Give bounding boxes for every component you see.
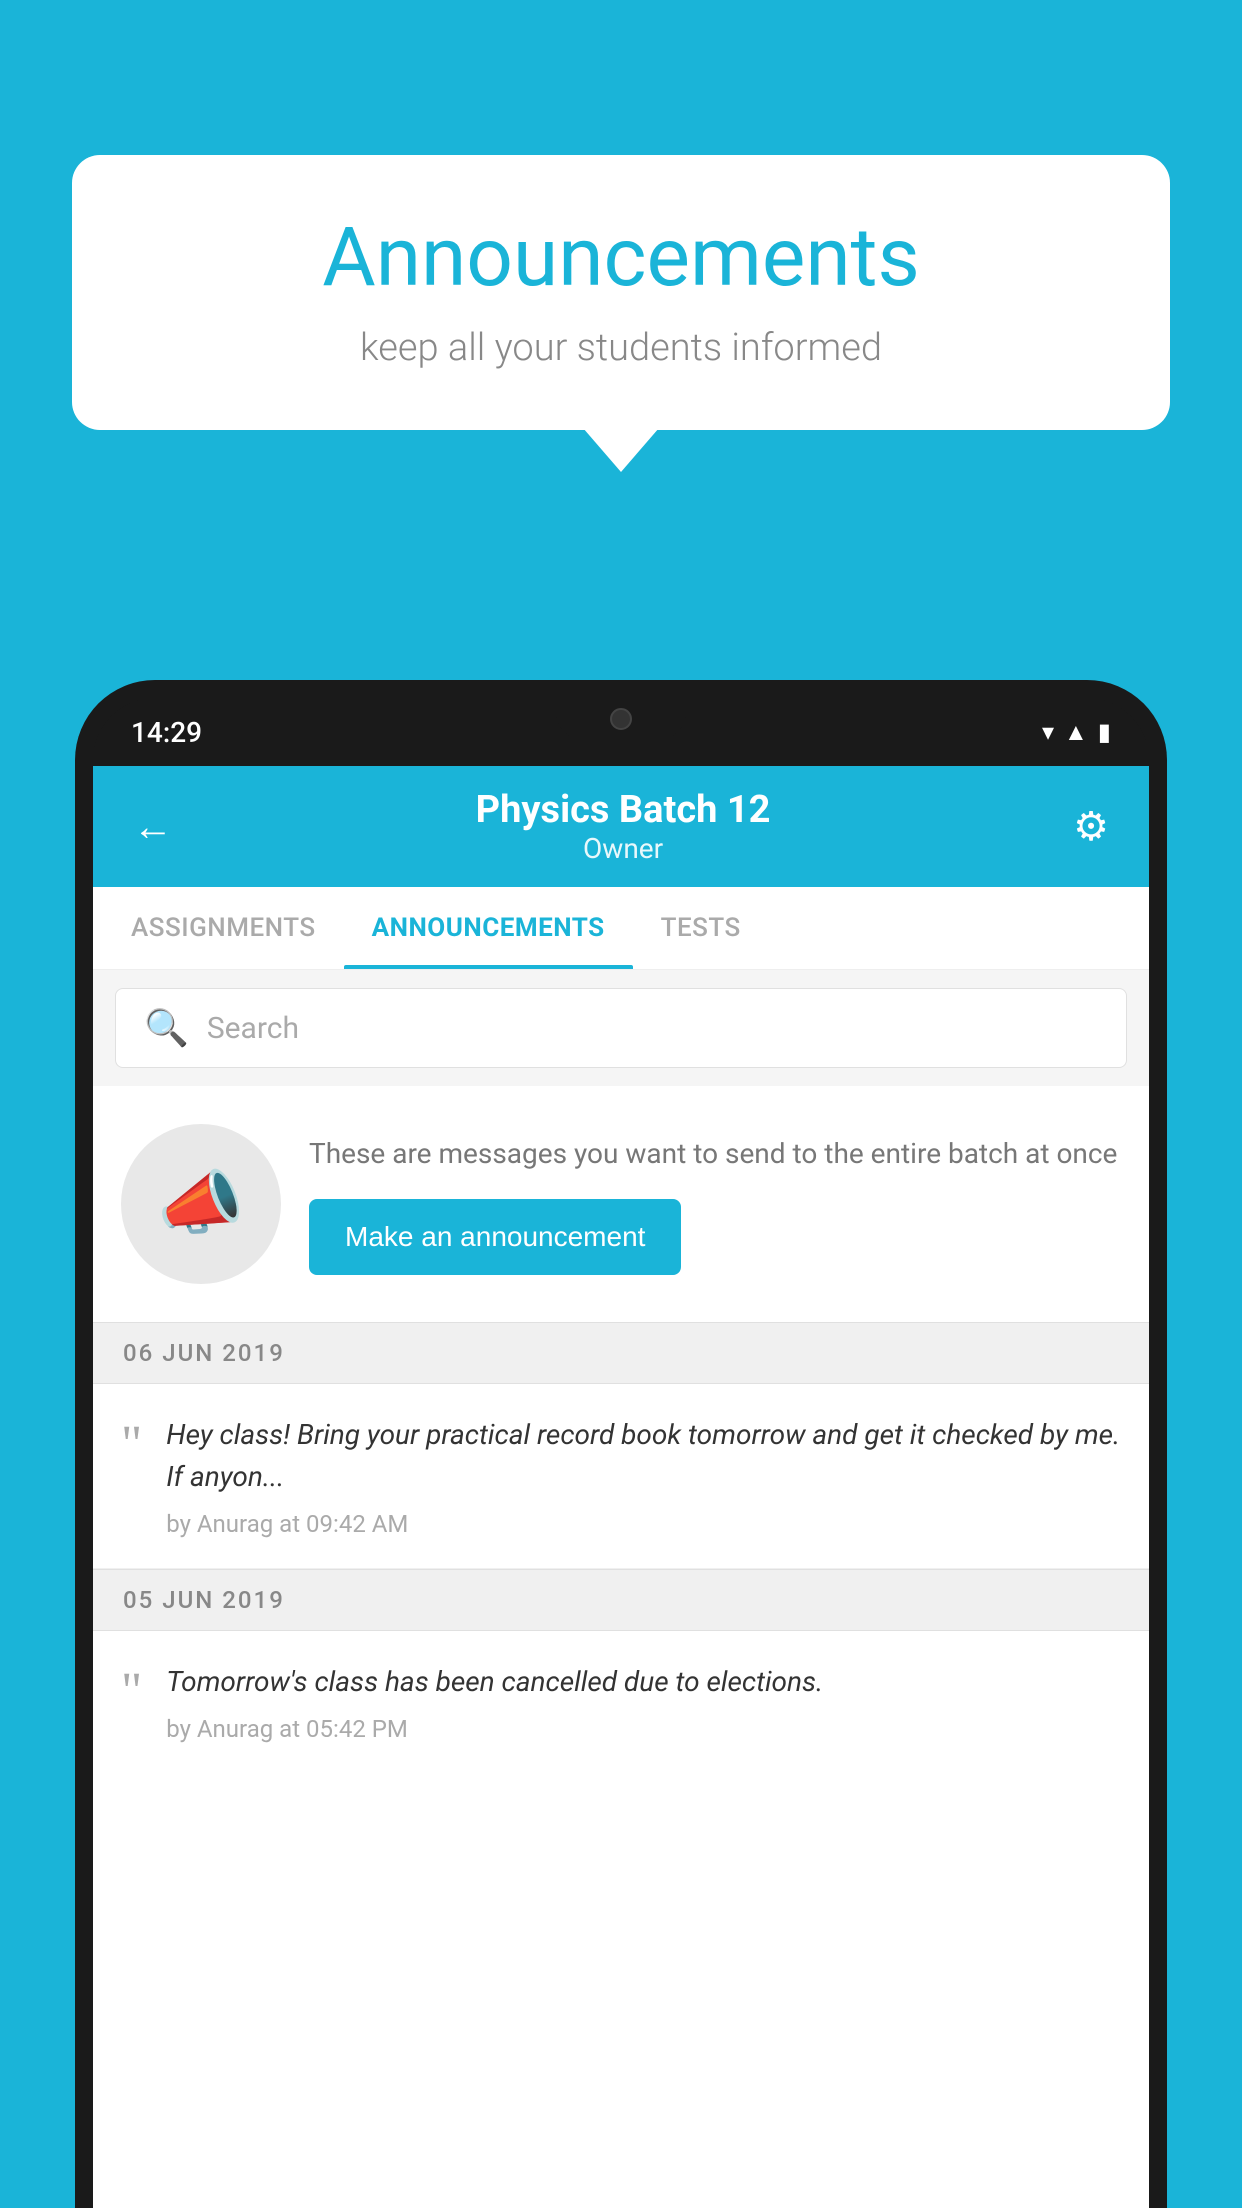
bubble-subtitle: keep all your students informed [132,326,1110,370]
date-separator-1: 06 JUN 2019 [93,1322,1149,1384]
header-center: Physics Batch 12 Owner [476,788,771,865]
bubble-title: Announcements [132,210,1110,306]
signal-icon: ▲ [1064,718,1088,747]
announcement-content-1: Hey class! Bring your practical record b… [166,1414,1121,1538]
promo-description: These are messages you want to send to t… [309,1133,1121,1175]
speech-bubble-container: Announcements keep all your students inf… [72,155,1170,430]
camera-dot [610,708,632,730]
search-container: 🔍 Search [93,970,1149,1086]
search-placeholder: Search [207,1011,299,1046]
date-separator-2: 05 JUN 2019 [93,1569,1149,1631]
header-title: Physics Batch 12 [476,788,771,832]
phone-notch [556,698,686,740]
promo-content: These are messages you want to send to t… [309,1133,1121,1275]
battery-icon: ▮ [1098,718,1111,746]
quote-icon-1: " [121,1419,142,1471]
phone-mockup: 14:29 ▾ ▲ ▮ ← Physics Batch 12 Owner ⚙ [75,680,1167,2208]
settings-icon[interactable]: ⚙ [1073,803,1109,850]
tab-assignments[interactable]: ASSIGNMENTS [103,887,344,969]
phone-screen: ← Physics Batch 12 Owner ⚙ ASSIGNMENTS A… [93,766,1149,2208]
announcement-meta-1: by Anurag at 09:42 AM [166,1510,1121,1538]
tab-announcements[interactable]: ANNOUNCEMENTS [344,887,633,969]
announcement-item-1: " Hey class! Bring your practical record… [93,1384,1149,1569]
make-announcement-button[interactable]: Make an announcement [309,1199,681,1275]
wifi-icon: ▾ [1042,718,1054,746]
announcement-text-2: Tomorrow's class has been cancelled due … [166,1661,1121,1703]
app-header: ← Physics Batch 12 Owner ⚙ [93,766,1149,887]
announcement-content-2: Tomorrow's class has been cancelled due … [166,1661,1121,1743]
megaphone-icon: 📣 [157,1163,244,1245]
tabs-bar: ASSIGNMENTS ANNOUNCEMENTS TESTS [93,887,1149,970]
promo-icon-circle: 📣 [121,1124,281,1284]
quote-icon-2: " [121,1666,142,1718]
status-time: 14:29 [131,716,202,749]
search-icon: 🔍 [144,1007,189,1049]
announcement-meta-2: by Anurag at 05:42 PM [166,1715,1121,1743]
status-icons: ▾ ▲ ▮ [1042,718,1111,747]
announcement-promo: 📣 These are messages you want to send to… [93,1086,1149,1322]
speech-bubble: Announcements keep all your students inf… [72,155,1170,430]
search-bar[interactable]: 🔍 Search [115,988,1127,1068]
status-bar: 14:29 ▾ ▲ ▮ [93,698,1149,766]
phone-outer: 14:29 ▾ ▲ ▮ ← Physics Batch 12 Owner ⚙ [75,680,1167,2208]
tab-tests[interactable]: TESTS [633,887,769,969]
back-button[interactable]: ← [133,803,173,850]
header-subtitle: Owner [476,832,771,865]
announcement-text-1: Hey class! Bring your practical record b… [166,1414,1121,1498]
announcement-item-2: " Tomorrow's class has been cancelled du… [93,1631,1149,1773]
